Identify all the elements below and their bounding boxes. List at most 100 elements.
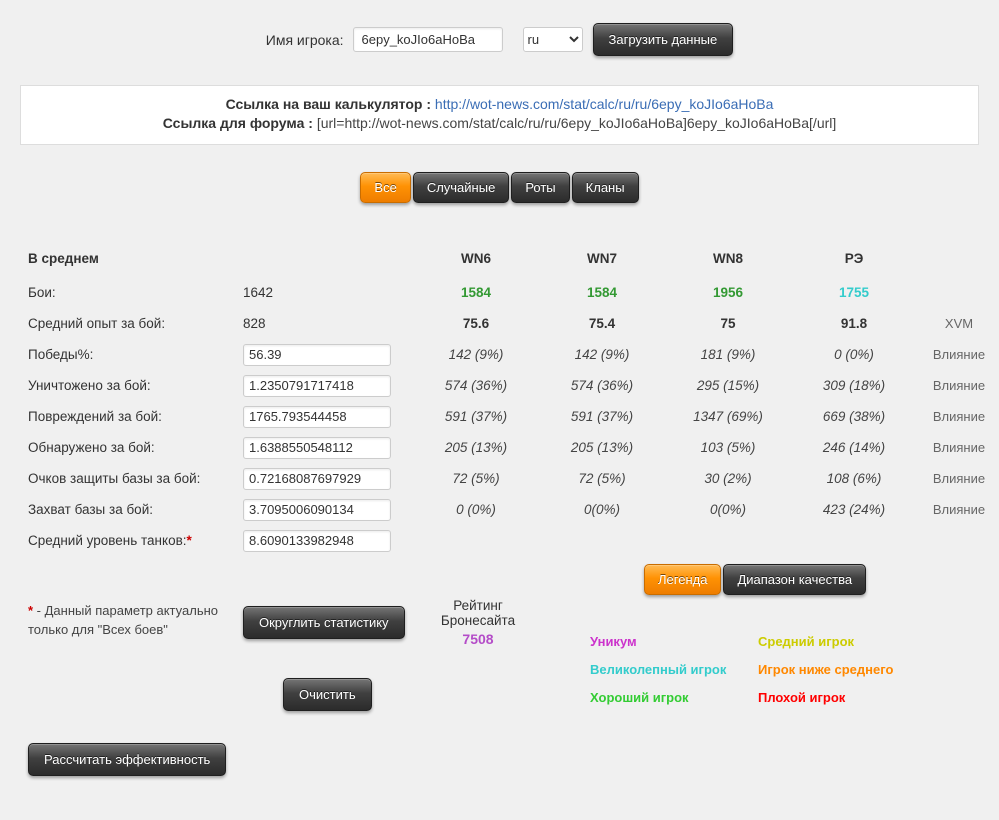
stat-cell-re: 108 (6%) — [826, 471, 882, 486]
stat-cell-wn8: 103 (5%) — [700, 440, 756, 455]
row-label-tank-tier: Средний уровень танков: * — [28, 525, 243, 556]
stat-cell-re: 423 (24%) — [822, 502, 886, 517]
stat-cell-wn7: 0(0%) — [583, 502, 620, 517]
stat-cell-re: 309 (18%) — [822, 378, 886, 393]
forum-link-label: Ссылка для форума — [162, 115, 305, 131]
avg-exp-value: 828 — [243, 316, 266, 331]
server-select[interactable]: ru — [522, 27, 583, 52]
tab-legend[interactable]: Легенда — [644, 564, 722, 595]
influence-label: Влияние — [932, 502, 986, 517]
spotted-input[interactable] — [243, 436, 391, 459]
row-label-wins: Победы%: — [28, 347, 94, 362]
calc-link-colon: : — [426, 96, 432, 112]
stat-cell-wn8: 75 — [720, 316, 736, 331]
stat-cell-wn6: 72 (5%) — [452, 471, 500, 486]
influence-label: Влияние — [932, 378, 986, 393]
col-header-wn8: WN8 — [713, 250, 743, 266]
stat-cell-re: 669 (38%) — [822, 409, 886, 424]
stat-cell-wn8: 1956 — [712, 285, 744, 300]
col-header-re: РЭ — [844, 250, 864, 266]
stat-cell-wn7: 574 (36%) — [570, 378, 634, 393]
stat-cell-wn8: 295 (15%) — [696, 378, 760, 393]
legend-item: Уникум — [590, 634, 637, 649]
stat-cell-wn7: 591 (37%) — [570, 409, 634, 424]
footnote: * - Данный параметр актуально только для… — [28, 601, 226, 639]
player-form: Имя игрока: ru Загрузить данные — [0, 0, 999, 58]
tab-quality-range[interactable]: Диапазон качества — [723, 564, 867, 595]
legend-item: Средний игрок — [758, 634, 855, 649]
legend-item: Игрок ниже среднего — [758, 662, 894, 677]
header-spacer — [243, 239, 413, 277]
forum-link-colon: : — [308, 115, 313, 131]
calc-link-label: Ссылка на ваш калькулятор — [225, 96, 423, 112]
tank-tier-label-text: Средний уровень танков: — [28, 533, 187, 548]
legend-tabs: Легенда Диапазон качества — [643, 564, 867, 595]
forum-link-code: [url=http://wot-news.com/stat/calc/ru/ru… — [316, 115, 837, 131]
legend-list: Уникум Средний игрок Великолепный игрок … — [590, 634, 893, 705]
player-name-label: Имя игрока: — [265, 31, 344, 48]
stat-cell-wn6: 591 (37%) — [444, 409, 508, 424]
calc-efficiency-button[interactable]: Рассчитать эффективность — [28, 743, 227, 776]
stats-table: В среднем WN6 WN7 WN8 РЭ Бои: 1642 1584 … — [0, 239, 999, 556]
stat-cell-wn8: 0(0%) — [709, 502, 746, 517]
legend-item: Хороший игрок — [590, 690, 689, 705]
stat-cell-wn7: 205 (13%) — [570, 440, 634, 455]
influence-label: Влияние — [932, 471, 986, 486]
row-label-defense: Очков защиты базы за бой: — [28, 471, 201, 486]
stat-cell-wn6: 205 (13%) — [444, 440, 508, 455]
row-label-capture: Захват базы за бой: — [28, 502, 153, 517]
header-spacer — [917, 239, 999, 277]
xvm-label: XVM — [944, 316, 974, 331]
load-data-button[interactable]: Загрузить данные — [592, 23, 734, 56]
battles-value: 1642 — [243, 285, 274, 300]
capture-input[interactable] — [243, 498, 391, 521]
tab-clans[interactable]: Кланы — [571, 172, 639, 203]
calc-link[interactable]: http://wot-news.com/stat/calc/ru/ru/6epy… — [435, 96, 774, 112]
battle-type-tabs: Все Случайные Роты Кланы — [0, 172, 999, 203]
legend-item: Плохой игрок — [758, 690, 846, 705]
damage-input[interactable] — [243, 405, 391, 428]
links-panel: Ссылка на ваш калькулятор : http://wot-n… — [20, 85, 979, 145]
influence-label: Влияние — [932, 440, 986, 455]
stat-cell-wn7: 142 (9%) — [574, 347, 630, 362]
stat-cell-wn7: 1584 — [586, 285, 618, 300]
stat-cell-wn8: 30 (2%) — [704, 471, 752, 486]
row-label-damage: Повреждений за бой: — [28, 409, 162, 424]
row-label-avg-exp: Средний опыт за бой: — [28, 316, 166, 331]
clear-button[interactable]: Очистить — [283, 678, 372, 711]
rating-label-line1: Рейтинг — [453, 598, 503, 613]
table-section-title: В среднем — [28, 250, 99, 266]
row-label-frags: Уничтожено за бой: — [28, 378, 151, 393]
tab-random[interactable]: Случайные — [412, 172, 510, 203]
bottom-panel: Легенда Диапазон качества * - Данный пар… — [0, 556, 999, 820]
col-header-wn7: WN7 — [587, 250, 617, 266]
influence-label: Влияние — [932, 347, 986, 362]
stat-cell-re: 1755 — [838, 285, 870, 300]
round-stats-button[interactable]: Округлить статистику — [243, 606, 405, 639]
player-name-input[interactable] — [352, 27, 503, 52]
stat-cell-wn7: 75.4 — [588, 316, 616, 331]
stat-cell-wn6: 0 (0%) — [456, 502, 496, 517]
row-label-spotted: Обнаружено за бой: — [28, 440, 155, 455]
extra-cell — [917, 277, 999, 308]
required-asterisk: * — [186, 533, 192, 548]
stat-cell-wn8: 1347 (69%) — [693, 409, 763, 424]
frags-input[interactable] — [243, 374, 391, 397]
stat-cell-wn6: 142 (9%) — [448, 347, 504, 362]
influence-label: Влияние — [932, 409, 986, 424]
row-label-battles: Бои: — [28, 285, 56, 300]
calc-link-line: Ссылка на ваш калькулятор : http://wot-n… — [21, 95, 978, 114]
armor-site-rating: Рейтинг Бронесайта 7508 — [428, 598, 528, 647]
stat-cell-wn8: 181 (9%) — [700, 347, 756, 362]
stat-cell-wn7: 72 (5%) — [578, 471, 626, 486]
stat-cell-re: 246 (14%) — [822, 440, 886, 455]
defense-input[interactable] — [243, 467, 391, 490]
col-header-wn6: WN6 — [461, 250, 491, 266]
tab-all[interactable]: Все — [360, 172, 411, 203]
tank-tier-input[interactable] — [243, 529, 391, 552]
wins-percent-input[interactable] — [243, 343, 391, 366]
rating-value: 7508 — [462, 631, 494, 647]
stat-cell-re: 91.8 — [840, 316, 868, 331]
tab-companies[interactable]: Роты — [511, 172, 570, 203]
stat-cell-re: 0 (0%) — [834, 347, 874, 362]
